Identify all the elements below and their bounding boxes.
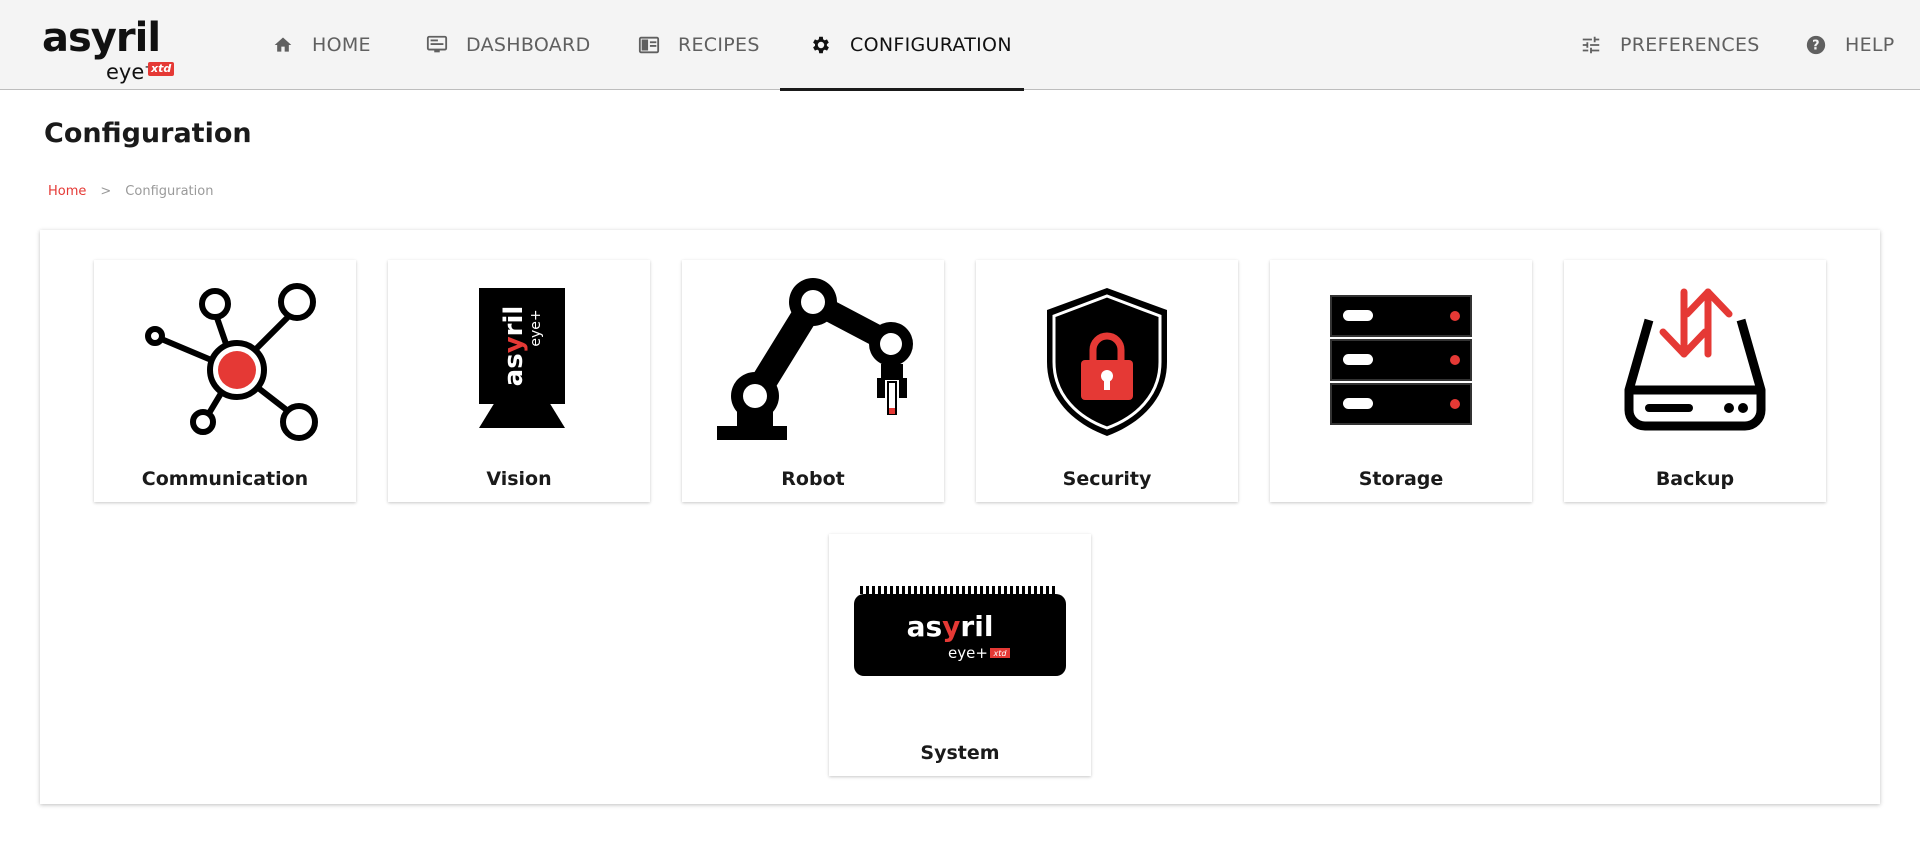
monitor-icon [426,34,448,56]
nav-dashboard[interactable]: DASHBOARD [396,0,621,90]
network-icon [145,283,318,441]
svg-text:eye+: eye+ [528,309,544,346]
tile-label: Backup [1655,468,1735,490]
tile-label: Communication [141,468,309,490]
tile-backup[interactable]: Backup [1564,260,1826,502]
tile-vision[interactable]: asyril eye+ Vision [388,260,650,502]
logo-wordmark: asyril [42,15,161,61]
nav-recipes-label: RECIPES [678,34,760,56]
home-icon [272,34,294,56]
nav-dashboard-label: DASHBOARD [466,34,591,56]
svg-text:?: ? [1812,39,1820,54]
nav-configuration-label: CONFIGURATION [850,34,1012,56]
nav-preferences[interactable]: PREFERENCES [1550,0,1790,90]
sliders-icon [1580,34,1602,56]
tile-label: Security [1062,468,1152,490]
nav-help[interactable]: ? HELP [1775,0,1920,90]
breadcrumb-home-link[interactable]: Home [48,184,86,199]
svg-text:asyril: asyril [907,610,994,643]
nav-home[interactable]: HOME [242,0,401,90]
nav-preferences-label: PREFERENCES [1620,34,1760,56]
tile-storage[interactable]: Storage [1270,260,1532,502]
shield-lock-icon [1047,288,1167,436]
gear-icon [810,34,832,56]
nav-configuration[interactable]: CONFIGURATION [780,0,1024,91]
nav-help-label: HELP [1845,34,1895,56]
tile-communication[interactable]: Communication [94,260,356,502]
configuration-panel: Communication asyril eye+ Vision Robot S… [40,230,1880,804]
svg-text:xtd: xtd [993,649,1008,658]
page-title: Configuration [44,118,252,149]
drive-transfer-icon [1624,288,1766,431]
nav-home-label: HOME [312,34,371,56]
controller-board-icon: asyril eye+ xtd [854,586,1066,676]
book-icon [638,34,660,56]
svg-text:eye+: eye+ [948,644,988,662]
top-navigation-bar: asyril eye+ xtd HOME DASHBOARD RECIPES C… [0,0,1920,91]
tile-label: Storage [1358,468,1444,490]
tile-system[interactable]: asyril eye+ xtd System [829,534,1091,776]
breadcrumb: Home > Configuration [48,184,213,199]
robot-arm-icon [717,278,913,440]
vision-camera-icon: asyril eye+ [479,288,565,428]
logo-tag: xtd [148,62,175,76]
breadcrumb-current: Configuration [125,184,214,199]
tile-robot[interactable]: Robot [682,260,944,502]
tile-label: Robot [781,468,845,490]
breadcrumb-separator: > [100,184,112,199]
server-rack-icon [1330,295,1472,425]
svg-text:asyril: asyril [499,306,529,387]
tile-label: System [920,742,1000,764]
help-circle-icon: ? [1805,34,1827,56]
asyril-logo[interactable]: asyril eye+ xtd [40,15,180,84]
tile-label: Vision [486,468,552,490]
tile-security[interactable]: Security [976,260,1238,502]
nav-recipes[interactable]: RECIPES [608,0,790,90]
